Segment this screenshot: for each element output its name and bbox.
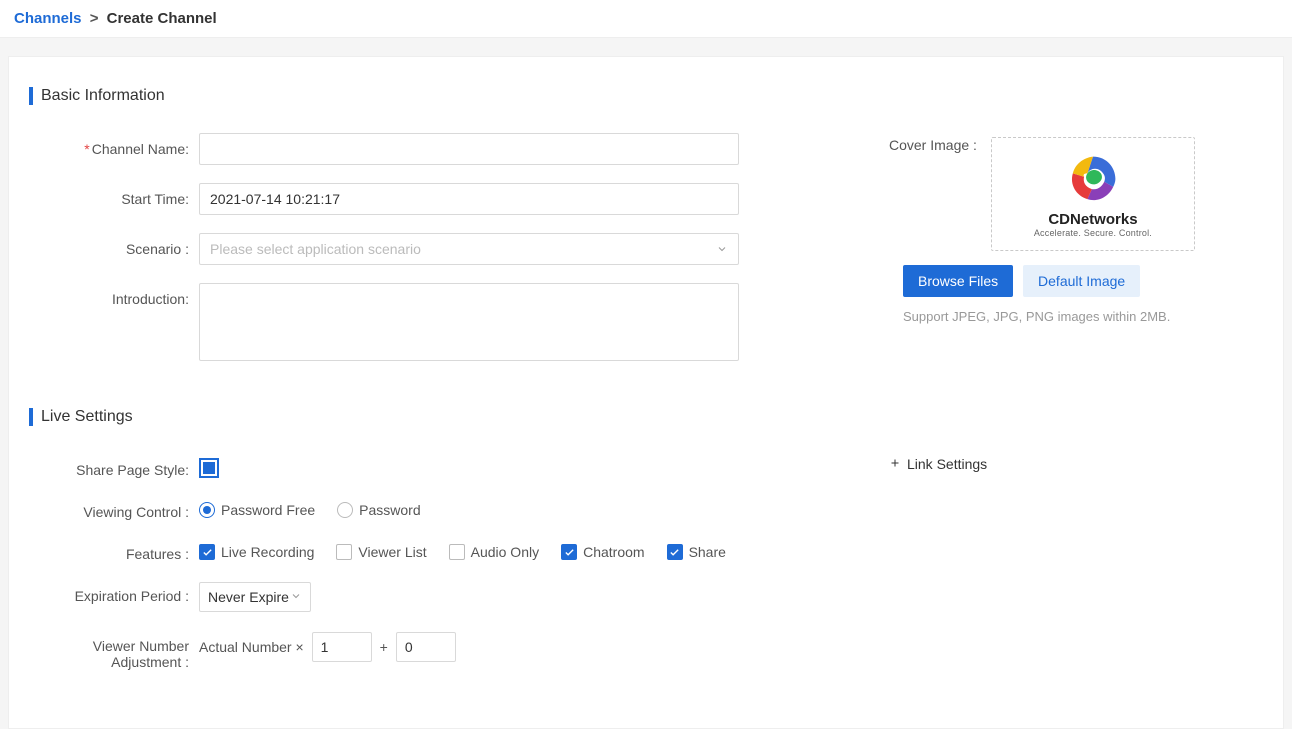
viewer-addend-input[interactable] [396,632,456,662]
cover-image-preview: CDNetworks Accelerate. Secure. Control. [991,137,1195,251]
viewer-adjust-plus: + [380,639,388,655]
breadcrumb-separator: > [90,10,99,27]
cover-logo-subtext: Accelerate. Secure. Control. [1034,228,1152,238]
check-chatroom-label: Chatroom [583,544,644,560]
default-image-button[interactable]: Default Image [1023,265,1140,297]
page-body: Basic Information *Channel Name: Start T… [8,56,1284,729]
label-channel-name: *Channel Name: [29,133,199,157]
check-audio-only-label: Audio Only [471,544,539,560]
check-viewer-list[interactable]: Viewer List [336,544,426,560]
expiration-selected: Never Expire [208,589,289,605]
section-live-title: Live Settings [29,408,1263,426]
label-introduction: Introduction: [29,283,199,307]
link-settings-button[interactable]: Link Settings [889,456,987,472]
link-settings-label: Link Settings [907,456,987,472]
plus-icon [889,456,901,472]
breadcrumb-root-link[interactable]: Channels [14,10,82,27]
label-viewer-adjustment: Viewer Number Adjustment : [29,630,199,670]
check-live-recording-label: Live Recording [221,544,314,560]
start-time-input[interactable] [199,183,739,215]
radio-password-label: Password [359,502,420,518]
breadcrumb: Channels > Create Channel [0,0,1292,38]
label-cover-image: Cover Image : [889,137,977,153]
share-style-swatch[interactable] [199,458,219,478]
chevron-down-icon [290,589,302,605]
check-chatroom[interactable]: Chatroom [561,544,644,560]
viewer-adjust-prefix: Actual Number × [199,639,304,655]
expiration-select[interactable]: Never Expire [199,582,311,612]
browse-files-button[interactable]: Browse Files [903,265,1013,297]
cdnetworks-logo-icon [1065,151,1121,207]
check-viewer-list-label: Viewer List [358,544,426,560]
check-share-label: Share [689,544,726,560]
section-basic-title: Basic Information [29,87,1263,105]
check-share[interactable]: Share [667,544,726,560]
check-live-recording[interactable]: Live Recording [199,544,314,560]
label-scenario: Scenario : [29,233,199,257]
cover-logo-text: CDNetworks [1048,211,1137,228]
scenario-placeholder: Please select application scenario [210,241,421,257]
introduction-textarea[interactable] [199,283,739,361]
scenario-select[interactable]: Please select application scenario [199,233,739,265]
radio-password[interactable]: Password [337,502,420,518]
label-features: Features : [29,538,199,562]
viewer-multiplier-input[interactable] [312,632,372,662]
chevron-down-icon [716,243,728,255]
breadcrumb-current: Create Channel [107,10,217,27]
radio-password-free[interactable]: Password Free [199,502,315,518]
channel-name-input[interactable] [199,133,739,165]
radio-password-free-label: Password Free [221,502,315,518]
label-viewing-control: Viewing Control : [29,496,199,520]
label-expiration-period: Expiration Period : [29,580,199,604]
cover-image-hint: Support JPEG, JPG, PNG images within 2MB… [903,309,1263,324]
check-audio-only[interactable]: Audio Only [449,544,539,560]
label-share-page-style: Share Page Style: [29,454,199,478]
label-start-time: Start Time: [29,183,199,207]
